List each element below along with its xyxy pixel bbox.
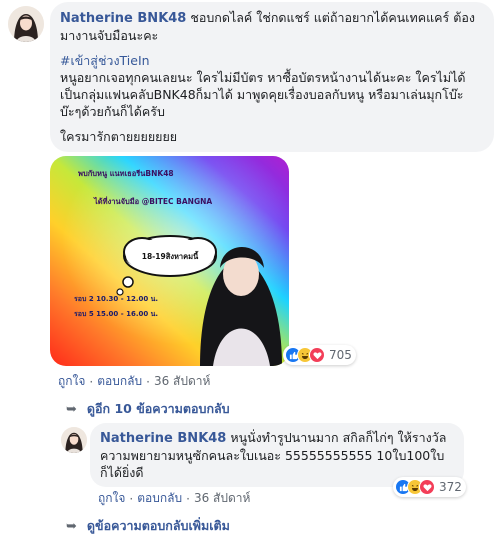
reply-actions: ถูกใจ · ตอบกลับ · 36 สัปดาห์: [98, 489, 250, 508]
reply-author[interactable]: Natherine BNK48: [100, 431, 226, 446]
poster-cloud-date: 18-19สิงหาคมนี้: [142, 250, 199, 261]
reply-timestamp[interactable]: 36 สัปดาห์: [194, 489, 250, 508]
poster-image: พบกับหนู แนทเธอรีนBNK48 ได้ที่งานจับมือ …: [50, 156, 289, 366]
comment-hashtag[interactable]: #เข้าสู่ช่วงTieIn: [60, 52, 484, 69]
view-more-replies-link[interactable]: ➥ ดูข้อความตอบกลับเพิ่มเติม: [66, 516, 230, 535]
view-replies-link[interactable]: ➥ ดูอีก 10 ข้อความตอบกลับ: [66, 399, 230, 419]
reply-like-link[interactable]: ถูกใจ: [98, 489, 125, 508]
like-link[interactable]: ถูกใจ: [58, 372, 85, 391]
view-replies-label: ดูอีก 10 ข้อความตอบกลับ: [86, 401, 230, 416]
reply-avatar[interactable]: [61, 427, 87, 453]
love-reaction-icon: [309, 347, 325, 363]
reaction-summary[interactable]: 705: [283, 345, 356, 365]
comment-closing: ใครมารักตายยยยยยย: [60, 129, 178, 144]
comment-body: หนูอยากเจอทุกคนเลยนะ ใครไม่มีบัตร หาซื้อ…: [60, 70, 466, 119]
timestamp[interactable]: 36 สัปดาห์: [154, 372, 210, 391]
love-reaction-icon: [419, 479, 435, 495]
poster-round2: รอบ 5 15.00 - 16.00 น.: [74, 310, 158, 318]
reply-link[interactable]: ตอบกลับ: [97, 372, 142, 391]
reaction-count: 705: [329, 348, 352, 362]
reply-arrow-icon: ➥: [66, 401, 77, 417]
poster-round1: รอบ 2 10.30 - 12.00 น.: [74, 295, 158, 303]
view-more-label: ดูข้อความตอบกลับเพิ่มเติม: [86, 518, 230, 533]
reply-arrow-icon: ➥: [66, 518, 77, 534]
comment-actions: ถูกใจ · ตอบกลับ · 36 สัปดาห์: [58, 372, 210, 391]
reply-reaction-summary[interactable]: 372: [393, 477, 466, 497]
poster-line2: ได้ที่งานจับมือ @BITEC BANGNA: [93, 195, 212, 206]
poster-line1: พบกับหนู แนทเธอรีนBNK48: [78, 169, 174, 179]
comment-author[interactable]: Natherine BNK48: [60, 11, 186, 26]
avatar[interactable]: [8, 6, 44, 42]
reply-reaction-count: 372: [439, 480, 462, 494]
comment-bubble: Natherine BNK48 ชอบกดไลค์ ใช่กดแชร์ แต่ถ…: [50, 2, 494, 152]
reply-reply-link[interactable]: ตอบกลับ: [137, 489, 182, 508]
attached-photo[interactable]: พบกับหนู แนทเธอรีนBNK48 ได้ที่งานจับมือ …: [50, 156, 289, 366]
